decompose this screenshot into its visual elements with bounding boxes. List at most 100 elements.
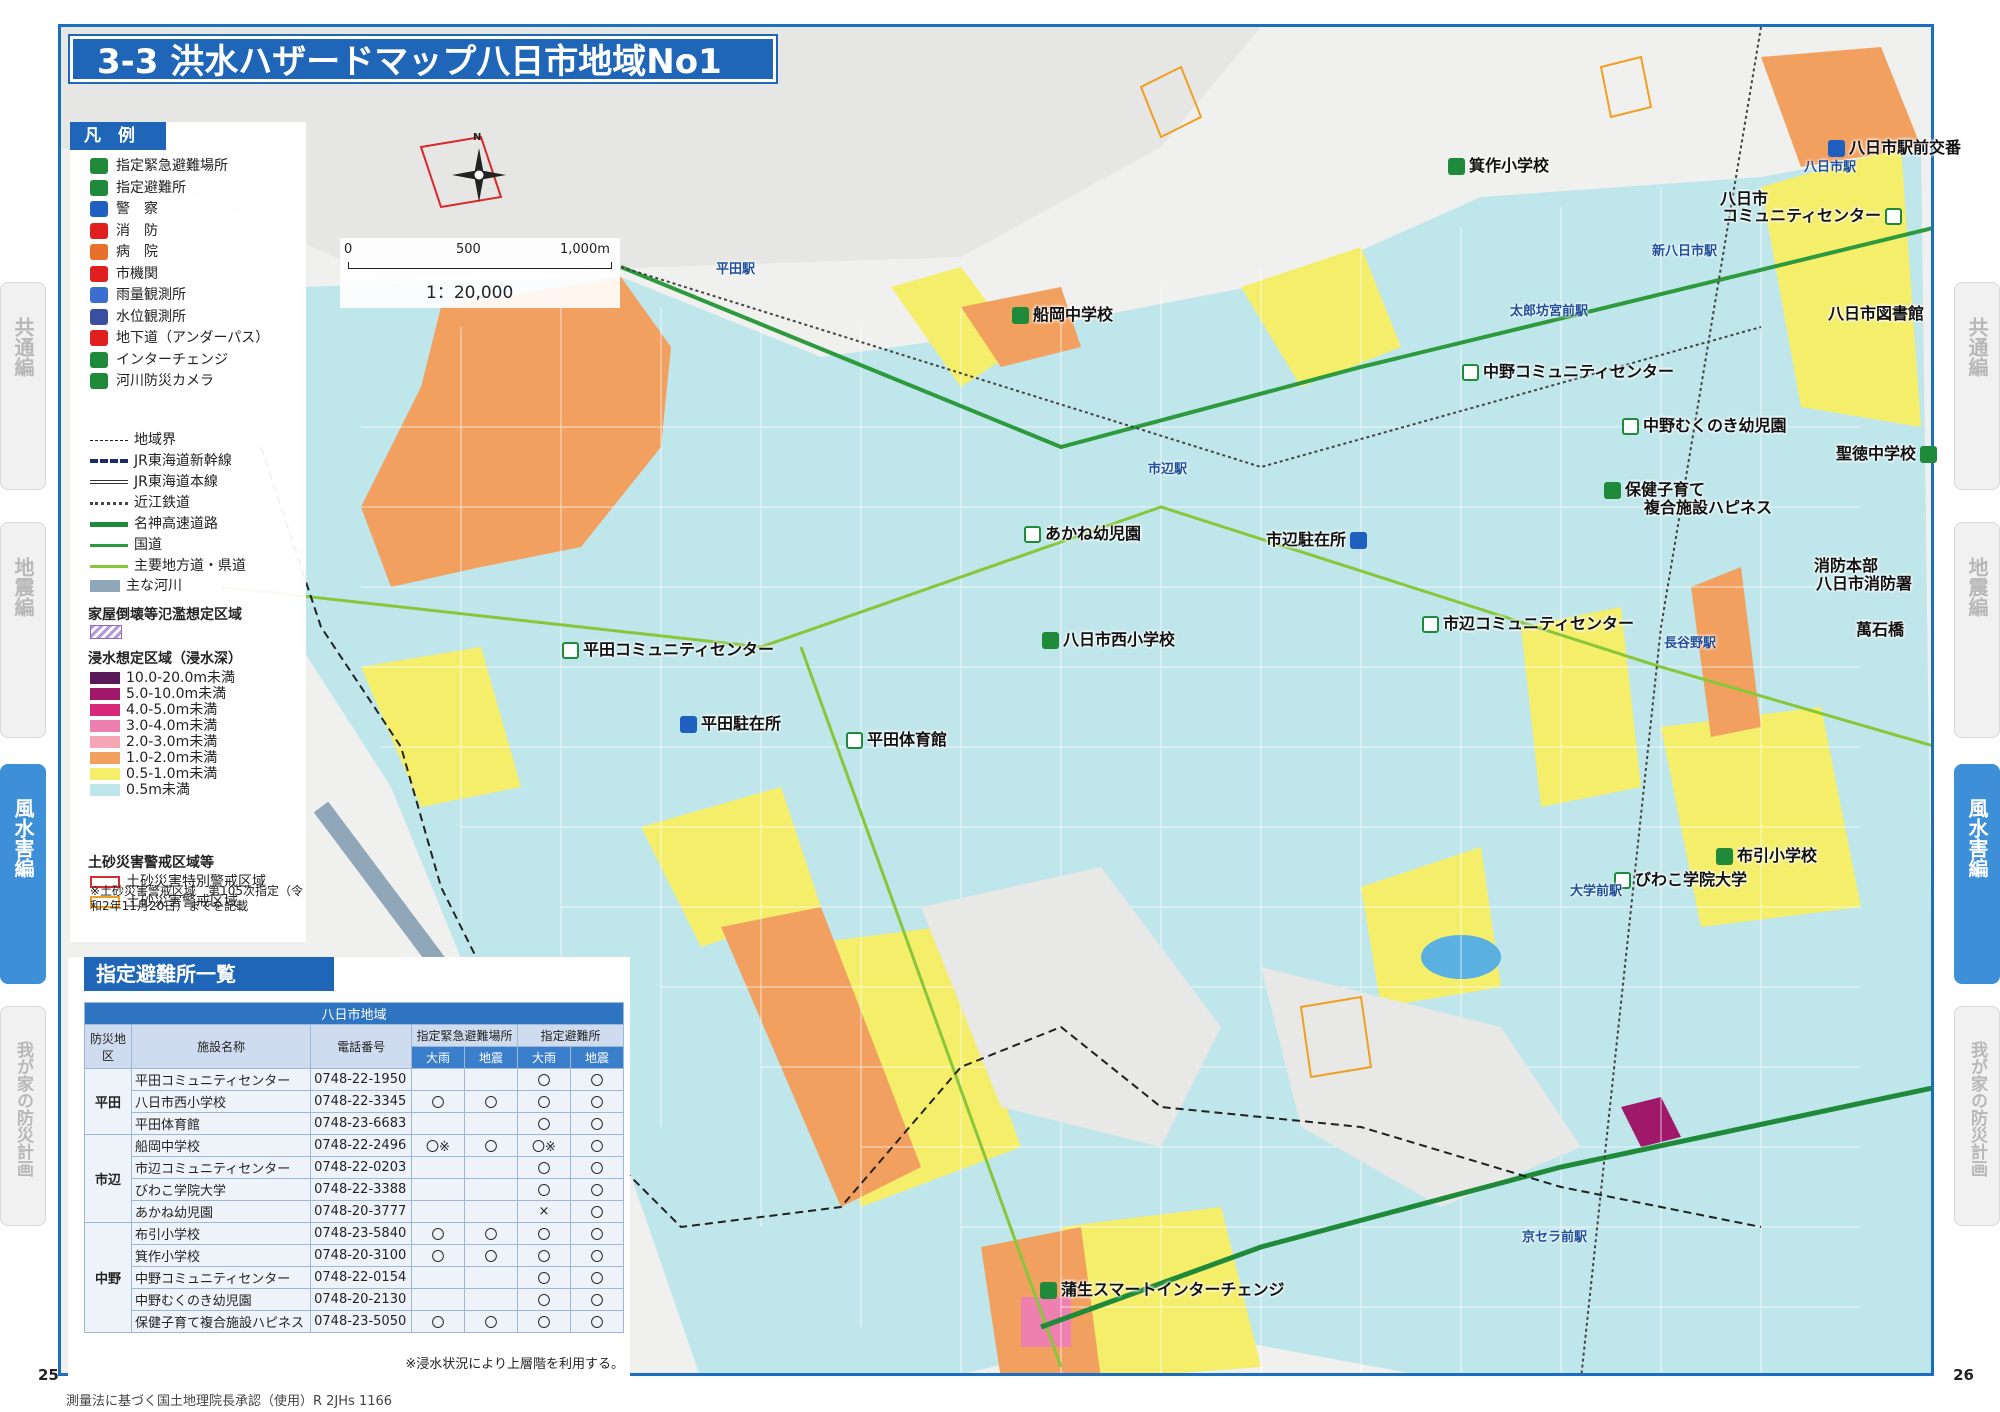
place-name: コミュニティセンター (1722, 206, 1882, 225)
map-place-label[interactable]: 八日市図書館 (1828, 300, 1924, 324)
place-name: 蒲生スマートインターチェンジ (1061, 1280, 1285, 1299)
map-place-label[interactable]: 布引小学校 (1716, 842, 1817, 866)
interchange-icon (90, 351, 108, 368)
shelter-icon (1622, 418, 1639, 435)
map-place-label[interactable]: 平田コミュニティセンター (562, 636, 774, 660)
shelter-icon (562, 642, 579, 659)
legend-item-label: インターチェンジ (116, 351, 228, 368)
station-label: 長谷野駅 (1664, 636, 1717, 651)
page-title: 3-3 洪水ハザードマップ八日市地域No1 (70, 36, 776, 82)
side-tab-l-0[interactable]: 共通編 (0, 282, 46, 490)
depth-label: 3.0-4.0m未満 (126, 718, 218, 734)
legend-line-swatch (90, 521, 128, 527)
depth-swatch (90, 720, 120, 732)
side-tab-r-1[interactable]: 地震編 (1954, 522, 2000, 738)
legend-line-item: 国道 (90, 535, 162, 555)
shelter-mark-sr: 〇 (517, 1288, 571, 1311)
legend-line-item: 名神高速道路 (90, 514, 218, 534)
river-swatch (90, 580, 120, 592)
shelter-area: 市辺 (84, 1134, 132, 1223)
north-label: N (473, 132, 482, 143)
shelter-mark-eq: 〇 (464, 1134, 518, 1157)
hospital-icon (90, 244, 108, 260)
shelter-name: 保健子育て複合施設ハピネス (130, 1310, 312, 1333)
map-place-label[interactable]: 中野むくのき幼児園 (1622, 412, 1787, 436)
legend-item-label: 水位観測所 (116, 308, 186, 325)
legend-depth-item: 3.0-4.0m未満 (90, 718, 217, 734)
shelter-footnote: ※浸水状況により上層階を利用する。 (405, 1357, 624, 1372)
side-tab-l-3[interactable]: 我が家の防災計画 (0, 1006, 46, 1226)
map-place-label[interactable]: 平田体育館 (846, 726, 947, 750)
compass-rose: N (446, 132, 512, 210)
shelter-row: 平田体育館 0748-23-6683 〇〇 (85, 1112, 624, 1135)
shelter-mark-eq: 〇 (464, 1090, 518, 1113)
map-place-label[interactable]: 市辺コミュニティセンター (1422, 610, 1634, 634)
sub-emergency-rain: 大雨 (411, 1046, 465, 1069)
place-name: 中野むくのき幼児園 (1643, 416, 1787, 435)
place-name: 複合施設ハピネス (1644, 498, 1773, 517)
side-tab-l-2[interactable]: 風水害編 (0, 764, 46, 984)
side-tab-r-3[interactable]: 我が家の防災計画 (1954, 1006, 2000, 1226)
legend-item: 水位観測所 (90, 307, 186, 327)
legend-item: 指定避難所 (90, 178, 186, 198)
shelter-row: 中野コミュニティセンター 0748-22-0154 〇〇 (85, 1266, 624, 1289)
shelter-row: 保健子育て複合施設ハピネス 0748-23-5050 〇〇〇〇 (85, 1310, 624, 1333)
map-place-label[interactable]: 平田駐在所 (680, 710, 781, 734)
shelter-phone: 0748-20-3100 (310, 1244, 412, 1267)
map-place-label[interactable]: 市辺駐在所 (1266, 526, 1371, 550)
map-place-label[interactable]: 中野コミュニティセンター (1462, 358, 1674, 382)
shelter-icon (1462, 364, 1479, 381)
map-place-label[interactable]: 萬石橋 (1856, 616, 1904, 640)
map-place-label[interactable]: 八日市西小学校 (1042, 626, 1175, 650)
legend-river: 主な河川 (90, 576, 182, 596)
police-icon (680, 716, 697, 733)
place-name: 聖徳中学校 (1836, 444, 1917, 463)
station-label: 八日市駅 (1804, 160, 1857, 175)
map-place-label[interactable]: 八日市消防署 (1816, 570, 1912, 594)
map-place-label[interactable]: びわこ学院大学 (1614, 866, 1747, 890)
shelter-mark-sr: × (517, 1200, 571, 1223)
scale-tick-1000: 1,000m (560, 242, 610, 257)
shelter-name: 布引小学校 (130, 1222, 312, 1245)
shelter-row: 中野むくのき幼児園 0748-20-2130 〇〇 (85, 1288, 624, 1311)
evac-icon (1920, 446, 1938, 463)
shelter-mark-sr: 〇 (517, 1112, 571, 1135)
shelter-mark-eq: 〇 (464, 1310, 518, 1333)
place-name: 市辺コミュニティセンター (1443, 614, 1635, 633)
station-label: 新八日市駅 (1652, 244, 1718, 259)
map-place-label[interactable]: 八日市駅前交番 (1828, 134, 1961, 158)
shelter-area: 平田 (84, 1068, 132, 1135)
side-tab-label: 共通編 (11, 317, 35, 377)
evacuation-site-icon (90, 158, 108, 174)
side-tab-r-2[interactable]: 風水害編 (1954, 764, 2000, 984)
side-tab-l-1[interactable]: 地震編 (0, 522, 46, 738)
ic-icon (1040, 1282, 1057, 1299)
map-place-label[interactable]: コミュニティセンター (1722, 202, 1906, 226)
page-number-right: 26 (1953, 1366, 1974, 1384)
side-tab-r-0[interactable]: 共通編 (1954, 282, 2000, 490)
map-place-label[interactable]: 聖徳中学校 (1836, 440, 1941, 464)
shelter-phone: 0748-23-5050 (310, 1310, 412, 1333)
evac-icon (1448, 158, 1465, 175)
shelter-name: 箕作小学校 (130, 1244, 312, 1267)
shelter-phone: 0748-23-6683 (310, 1112, 412, 1135)
map-place-label[interactable]: あかね幼児園 (1024, 520, 1141, 544)
map-place-label[interactable]: 船岡中学校 (1012, 301, 1113, 325)
legend-line-label: 地域界 (134, 432, 176, 448)
side-tab-label: 地震編 (1965, 557, 1989, 617)
map-place-label[interactable]: 複合施設ハピネス (1644, 494, 1772, 518)
shelter-phone: 0748-22-0154 (310, 1266, 412, 1289)
map-place-label[interactable]: 蒲生スマートインターチェンジ (1040, 1276, 1285, 1300)
legend-depth-item: 10.0-20.0m未満 (90, 670, 235, 686)
legend-item: 指定緊急避難場所 (90, 156, 228, 176)
depth-swatch (90, 736, 120, 748)
legend-item: インターチェンジ (90, 350, 228, 370)
page-number-left: 25 (38, 1366, 59, 1384)
rain-gauge-icon (90, 287, 108, 303)
shelter-mark-er (411, 1156, 465, 1179)
shelter-region-header: 八日市地域 (84, 1002, 624, 1025)
legend-heading: 凡 例 (70, 122, 166, 150)
shelter-mark-sr: 〇 (517, 1156, 571, 1179)
map-place-label[interactable]: 箕作小学校 (1448, 152, 1549, 176)
shelter-mark-eq (464, 1266, 518, 1289)
